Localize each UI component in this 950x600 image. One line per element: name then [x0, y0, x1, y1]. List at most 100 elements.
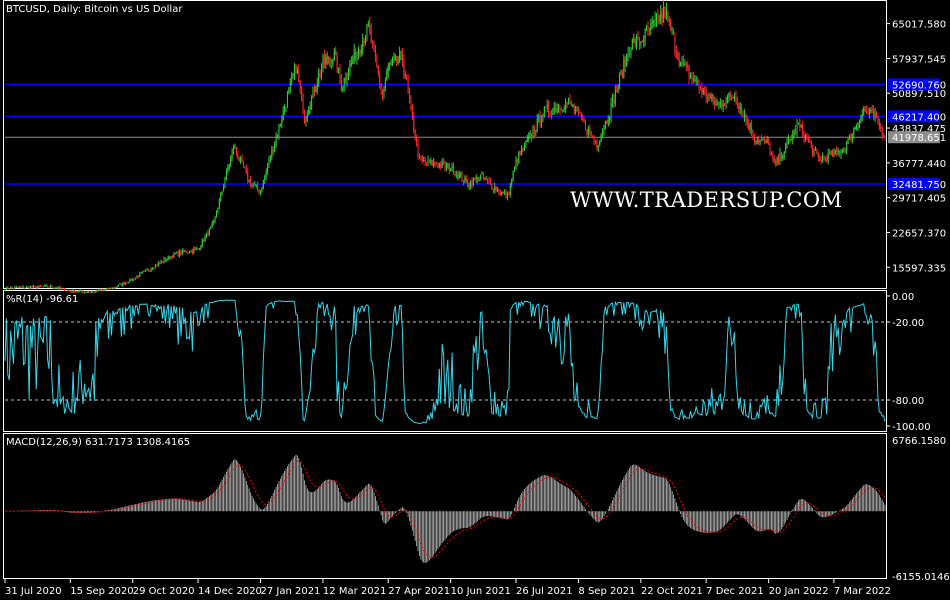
candle-body — [143, 270, 145, 272]
candle-body — [376, 57, 378, 66]
candle-body — [741, 107, 743, 112]
candle-body — [521, 148, 523, 155]
candle-body — [830, 150, 832, 155]
candle-body — [451, 165, 453, 170]
candle-body — [617, 85, 619, 92]
candle-body — [54, 288, 56, 290]
candle-body — [441, 161, 443, 168]
x-tick-label: 14 Dec 2020 — [198, 586, 262, 597]
candle-body — [363, 41, 365, 44]
candle-body — [259, 191, 261, 193]
candle-body — [220, 193, 222, 200]
candle-body — [607, 120, 609, 123]
candle-body — [514, 166, 516, 172]
candle-body — [714, 100, 716, 105]
candle-body — [708, 96, 710, 100]
candle-body — [340, 79, 342, 91]
candle-body — [485, 178, 487, 180]
candle-body — [227, 168, 229, 171]
candle-body — [558, 106, 560, 110]
candle-body — [522, 148, 524, 151]
candle-body — [749, 125, 751, 130]
candle-body — [585, 120, 587, 130]
candle-body — [569, 98, 571, 102]
candle-body — [762, 139, 764, 141]
candle-body — [690, 74, 692, 78]
candle-body — [150, 268, 152, 271]
candle-body — [136, 276, 138, 278]
candle-body — [478, 178, 480, 182]
wpr-panel[interactable] — [3, 290, 887, 432]
candle-body — [871, 110, 873, 112]
candle-body — [303, 114, 305, 122]
candle-body — [732, 97, 734, 99]
candle-body — [651, 21, 653, 24]
candle-body — [438, 163, 440, 168]
candle-body — [164, 258, 166, 261]
candle-body — [21, 286, 23, 288]
candle-body — [352, 61, 354, 64]
candle-body — [120, 283, 122, 286]
candle-body — [866, 110, 868, 112]
candle-body — [455, 173, 457, 175]
candle-body — [629, 53, 631, 55]
candle-body — [57, 287, 59, 289]
candle-body — [707, 97, 709, 100]
candle-body — [867, 111, 869, 114]
candle-body — [843, 150, 845, 152]
x-tick-label: 7 Dec 2021 — [706, 586, 764, 597]
candle-body — [445, 164, 447, 168]
candle-body — [356, 53, 358, 62]
candle-body — [223, 187, 225, 192]
candle-body — [59, 287, 61, 289]
candle-body — [779, 152, 781, 162]
candle-body — [372, 42, 374, 44]
candle-body — [366, 24, 368, 38]
x-tick-label: 20 Jan 2022 — [769, 586, 829, 597]
candle-body — [515, 158, 517, 167]
candle-body — [590, 131, 592, 137]
candle-body — [746, 120, 748, 123]
candle-body — [15, 287, 17, 289]
candle-body — [244, 167, 246, 169]
candle-body — [98, 289, 100, 292]
candle-body — [755, 141, 757, 143]
candle-body — [806, 134, 808, 140]
candle-body — [123, 282, 125, 285]
candle-body — [606, 120, 608, 123]
candle-body — [443, 161, 445, 163]
candle-body — [566, 102, 568, 104]
candle-body — [275, 136, 277, 145]
candle-body — [291, 75, 293, 81]
candle-body — [624, 59, 626, 66]
trading-chart[interactable]: 65017.58057937.54550897.51043837.4753677… — [0, 0, 950, 600]
candle-body — [18, 287, 20, 289]
candle-body — [47, 285, 49, 287]
candle-body — [277, 135, 279, 137]
candle-body — [369, 23, 371, 31]
candle-body — [328, 56, 330, 61]
candle-body — [204, 236, 206, 242]
candle-body — [884, 136, 886, 138]
candle-body — [167, 256, 169, 260]
candle-body — [66, 290, 68, 292]
candle-body — [179, 251, 181, 256]
candle-body — [475, 176, 477, 180]
wpr-y-axis: 0.00 -20.00 -80.00 -100.00 — [886, 292, 931, 433]
candle-body — [614, 90, 616, 104]
x-tick-label: 27 Apr 2021 — [388, 586, 450, 597]
candle-body — [103, 289, 105, 291]
candle-body — [198, 248, 200, 250]
candle-body — [108, 287, 110, 290]
candle-body — [758, 140, 760, 144]
candle-body — [583, 120, 585, 122]
candle-body — [420, 157, 422, 160]
candle-body — [773, 158, 775, 164]
candle-body — [142, 271, 144, 273]
candle-body — [262, 180, 264, 190]
candle-body — [159, 262, 161, 264]
candle-body — [197, 248, 199, 250]
candle-body — [586, 129, 588, 134]
x-tick-label: 7 Mar 2022 — [834, 586, 891, 597]
candle-body — [682, 60, 684, 65]
